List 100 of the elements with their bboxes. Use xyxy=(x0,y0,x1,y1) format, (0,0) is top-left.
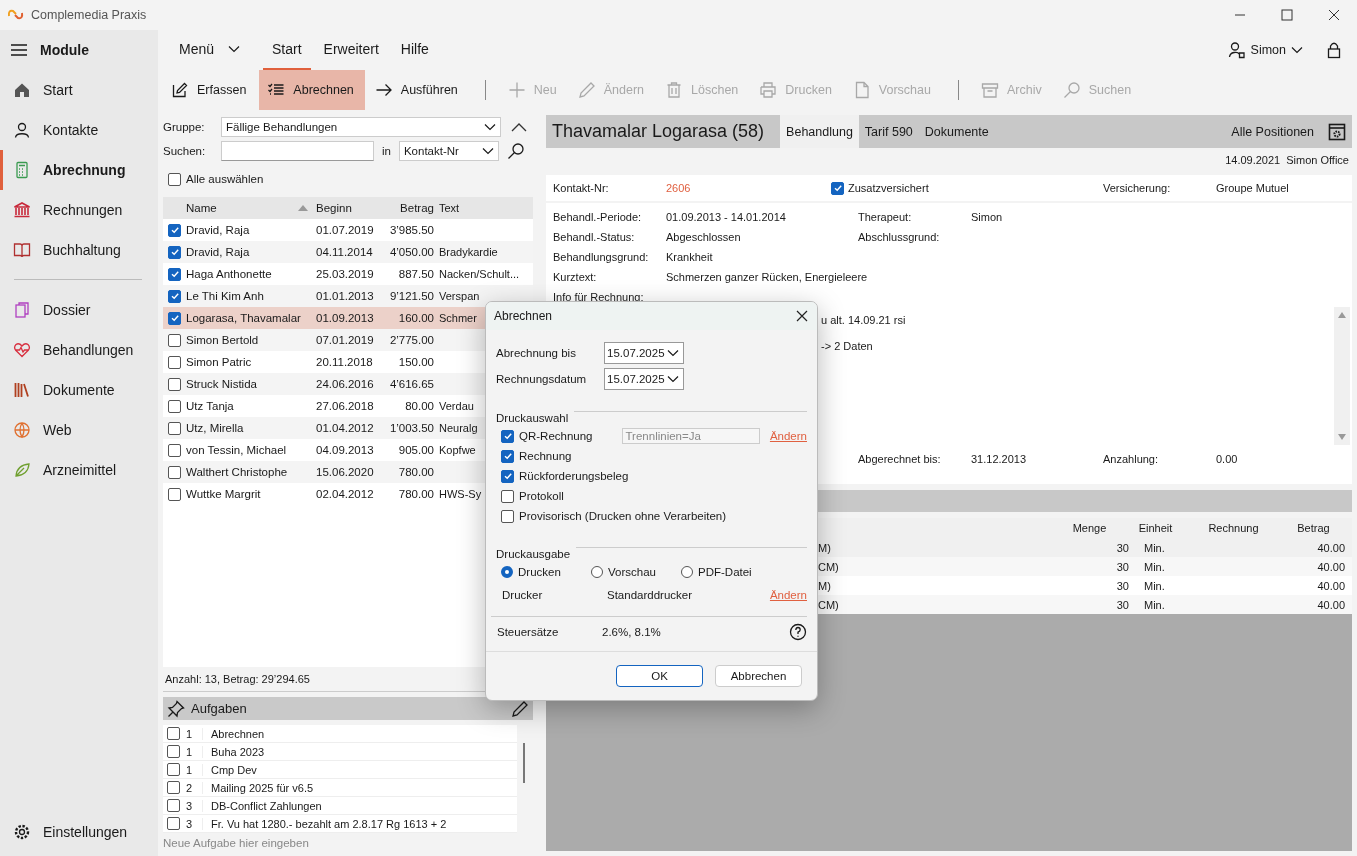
checkbox[interactable] xyxy=(501,429,514,443)
collapse-icon[interactable] xyxy=(511,122,527,132)
sidebar-item[interactable]: Dokumente xyxy=(0,370,158,410)
table-cell[interactable]: Wuttke Margrit xyxy=(186,488,316,500)
checkbox[interactable] xyxy=(168,399,181,413)
task-text[interactable]: DB-Conflict Zahlungen xyxy=(202,799,322,812)
group-dropdown[interactable]: Fällige Behandlungen xyxy=(221,117,501,137)
task-text[interactable]: Buha 2023 xyxy=(202,745,265,758)
checkbox[interactable] xyxy=(167,727,180,740)
sidebar-item[interactable]: Behandlungen xyxy=(0,330,158,370)
table-cell[interactable]: Walthert Christophe xyxy=(186,466,316,478)
checkbox[interactable] xyxy=(168,487,181,501)
table-cell-text: Neuralg xyxy=(438,422,478,434)
menu-tab[interactable]: Hilfe xyxy=(391,30,438,70)
table-cell[interactable]: Struck Nistida xyxy=(186,378,316,390)
caret-icon xyxy=(484,123,496,131)
checkbox[interactable] xyxy=(831,181,844,195)
home-icon xyxy=(13,81,31,99)
search-in-dropdown[interactable]: Kontakt-Nr xyxy=(398,141,499,161)
checkbox[interactable] xyxy=(501,489,514,503)
toolbar-button[interactable]: Ausführen xyxy=(366,70,469,110)
column-header[interactable]: Text xyxy=(434,202,460,214)
detail-tab[interactable]: Dokumente xyxy=(918,115,995,148)
table-cell[interactable]: Logarasa, Thavamalar xyxy=(186,312,316,324)
checkbox[interactable] xyxy=(167,817,180,830)
sidebar-item[interactable]: Rechnungen xyxy=(0,190,158,230)
all-positions-button[interactable]: Alle Positionen xyxy=(1231,124,1314,139)
checkbox[interactable] xyxy=(168,465,181,479)
sidebar-item[interactable]: Buchhaltung xyxy=(0,230,158,270)
table-cell[interactable]: Dravid, Raja xyxy=(186,224,316,236)
table-cell: 24.06.2016 xyxy=(316,378,374,390)
new-task-field[interactable]: Neue Aufgabe hier eingeben xyxy=(163,833,538,849)
dialog-button[interactable]: OK xyxy=(616,665,703,687)
checkbox[interactable] xyxy=(167,781,180,794)
table-cell[interactable]: Simon Patric xyxy=(186,356,316,368)
close-icon[interactable] xyxy=(796,310,808,322)
menu-tab[interactable]: Erweitert xyxy=(314,30,388,70)
checkbox[interactable] xyxy=(168,245,181,259)
date-picker[interactable]: 15.07.2025 xyxy=(604,342,684,364)
dialog-title: Abrechnen xyxy=(494,309,553,323)
checkbox[interactable] xyxy=(501,509,514,523)
toolbar-button[interactable]: Erfassen xyxy=(163,70,258,110)
date-picker[interactable]: 15.07.2025 xyxy=(604,368,684,390)
dialog-button[interactable]: Abbrechen xyxy=(715,665,802,687)
table-cell-text: 150.00 xyxy=(397,356,434,368)
checkbox[interactable] xyxy=(167,745,180,758)
column-header[interactable]: Einheit xyxy=(1126,522,1192,534)
settings-item[interactable]: Einstellungen xyxy=(0,820,158,844)
column-header[interactable]: Betrag xyxy=(1282,522,1352,534)
table-cell[interactable]: Utz, Mirella xyxy=(186,422,316,434)
sidebar-item[interactable]: Kontakte xyxy=(0,110,158,150)
checkbox[interactable] xyxy=(167,799,180,812)
table-cell[interactable]: von Tessin, Michael xyxy=(186,444,316,456)
close-icon[interactable] xyxy=(1328,9,1340,21)
task-text[interactable]: Mailing 2025 für v6.5 xyxy=(202,781,314,794)
table-cell[interactable]: Simon Bertold xyxy=(186,334,316,346)
checkbox[interactable] xyxy=(168,172,181,186)
checkbox[interactable] xyxy=(501,469,514,483)
checkbox[interactable] xyxy=(168,267,181,281)
toolbar-button[interactable]: Abrechnen xyxy=(259,70,365,110)
window-title: Complemedia Praxis xyxy=(31,8,147,22)
sidebar-item[interactable]: Abrechnung xyxy=(0,150,158,190)
table-cell[interactable]: Dravid, Raja xyxy=(186,246,316,258)
checkbox[interactable] xyxy=(168,289,181,303)
leaf-icon xyxy=(13,461,31,479)
sidebar-item[interactable]: Start xyxy=(0,70,158,110)
checkbox[interactable] xyxy=(168,355,181,369)
column-header[interactable]: Name xyxy=(186,202,217,214)
menu-button[interactable]: Menü xyxy=(170,30,250,70)
sidebar-item[interactable]: Dossier xyxy=(0,290,158,330)
checkbox[interactable] xyxy=(168,223,181,237)
checkbox[interactable] xyxy=(167,763,180,776)
checkbox[interactable] xyxy=(168,443,181,457)
checkbox[interactable] xyxy=(168,311,181,325)
sidebar-item[interactable]: Web xyxy=(0,410,158,450)
radio-button[interactable] xyxy=(681,566,693,578)
checkbox[interactable] xyxy=(501,449,514,463)
search-field[interactable] xyxy=(221,141,374,161)
user-menu[interactable]: Simon xyxy=(1227,41,1303,59)
plus-icon xyxy=(507,81,526,99)
detail-tab[interactable]: Tarif 590 xyxy=(858,115,919,148)
radio-button[interactable] xyxy=(591,566,603,578)
checkbox[interactable] xyxy=(168,421,181,435)
checkbox[interactable] xyxy=(168,333,181,347)
table-cell[interactable]: Haga Anthonette xyxy=(186,268,316,280)
task-text[interactable]: Fr. Vu hat 1280.- bezahlt am 2.8.17 Rg 1613 + 2 xyxy=(202,817,447,830)
column-header[interactable]: Menge xyxy=(1060,522,1126,534)
column-header[interactable]: Rechnung xyxy=(1192,522,1282,534)
maximize-icon[interactable] xyxy=(1281,9,1293,21)
task-text[interactable]: Abrechnen xyxy=(202,727,265,740)
detail-tab[interactable]: Behandlung xyxy=(780,115,859,148)
column-header[interactable]: Betrag xyxy=(374,202,434,214)
task-text[interactable]: Cmp Dev xyxy=(202,763,257,776)
sidebar-item[interactable]: Arzneimittel xyxy=(0,450,158,490)
table-cell-text: Min. xyxy=(1143,598,1166,611)
checkbox[interactable] xyxy=(168,377,181,391)
table-cell[interactable]: Utz Tanja xyxy=(186,400,316,412)
radio-button[interactable] xyxy=(501,566,513,578)
table-cell[interactable]: Le Thi Kim Anh xyxy=(186,290,316,302)
column-header[interactable]: Beginn xyxy=(316,202,374,214)
